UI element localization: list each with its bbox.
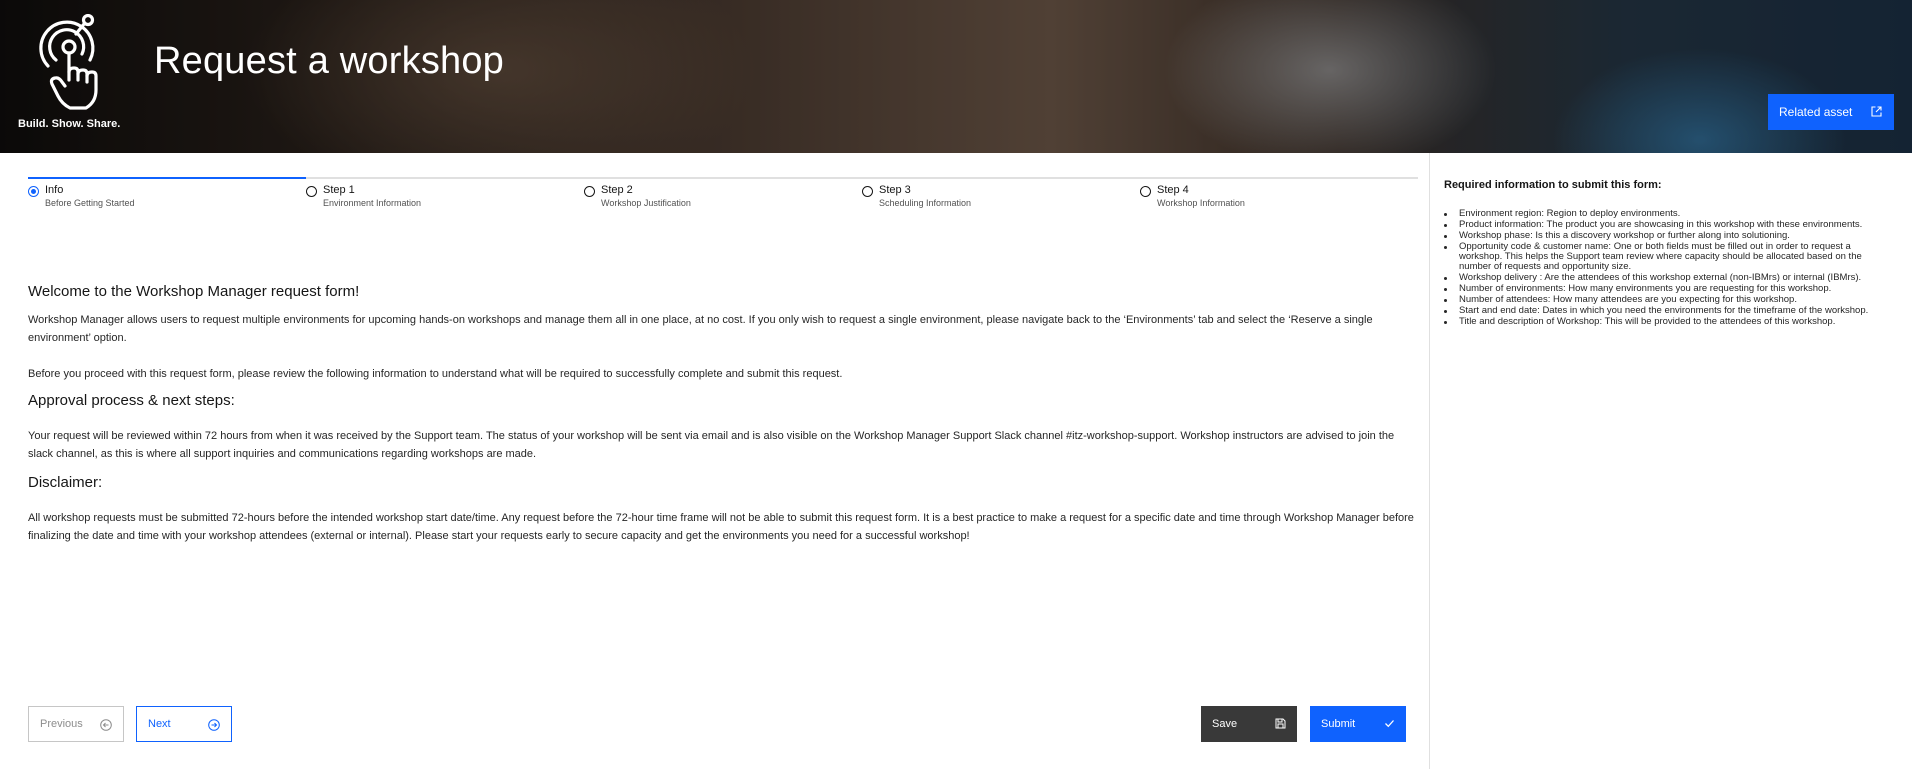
step-label: Step 2 — [601, 184, 633, 196]
list-item: Title and description of Workshop: This … — [1444, 317, 1892, 327]
approval-paragraph: Your request will be reviewed within 72 … — [28, 430, 1395, 460]
save-label: Save — [1212, 718, 1238, 730]
list-item: Opportunity code & customer name: One or… — [1444, 242, 1892, 272]
step-incomplete-icon — [306, 186, 317, 197]
step-2[interactable]: Step 2 Workshop Justification — [584, 177, 862, 217]
related-asset-label: Related asset — [1779, 105, 1853, 119]
step-sublabel: Workshop Information — [1157, 198, 1245, 208]
list-item: Number of environments: How many environ… — [1444, 284, 1892, 294]
list-item: Product information: The product you are… — [1444, 220, 1892, 230]
submit-label: Submit — [1321, 718, 1356, 730]
disclaimer-paragraph: All workshop requests must be submitted … — [28, 512, 1414, 542]
step-4[interactable]: Step 4 Workshop Information — [1140, 177, 1418, 217]
step-info[interactable]: Info Before Getting Started — [28, 177, 306, 217]
step-label: Step 3 — [879, 184, 911, 196]
review-paragraph: Before you proceed with this request for… — [28, 368, 843, 380]
step-incomplete-icon — [584, 186, 595, 197]
step-sublabel: Environment Information — [323, 198, 422, 208]
step-sublabel: Workshop Justification — [601, 198, 691, 208]
previous-label: Previous — [40, 718, 83, 730]
save-button[interactable]: Save — [1201, 706, 1297, 742]
previous-button[interactable]: Previous — [28, 706, 124, 742]
list-item: Environment region: Region to deploy env… — [1444, 209, 1892, 219]
step-label: Info — [45, 184, 64, 196]
launch-icon — [1871, 106, 1882, 120]
next-label: Next — [148, 718, 171, 730]
related-asset-button[interactable]: Related asset — [1768, 94, 1894, 130]
save-icon — [1275, 718, 1286, 732]
list-item: Number of attendees: How many attendees … — [1444, 295, 1892, 305]
step-incomplete-icon — [862, 186, 873, 197]
step-label: Step 1 — [323, 184, 355, 196]
requirements-list: Environment region: Region to deploy env… — [1444, 209, 1892, 328]
welcome-heading: Welcome to the Workshop Manager request … — [28, 283, 360, 300]
disclaimer-heading: Disclaimer: — [28, 474, 103, 491]
site-logo[interactable]: Build. Show. Share. — [18, 12, 123, 134]
list-item: Workshop delivery : Are the attendees of… — [1444, 273, 1892, 283]
page-title: Request a workshop — [154, 40, 505, 82]
panel-divider — [1429, 153, 1430, 769]
request-form-main: Info Before Getting Started Step 1 Envir… — [0, 153, 1430, 769]
logo-tagline: Build. Show. Share. — [18, 118, 121, 130]
requirements-panel: Required information to submit this form… — [1444, 153, 1904, 769]
intro-paragraph: Workshop Manager allows users to request… — [28, 314, 1373, 344]
progress-indicator: Info Before Getting Started Step 1 Envir… — [28, 177, 1418, 217]
step-sublabel: Before Getting Started — [45, 198, 135, 208]
step-1[interactable]: Step 1 Environment Information — [306, 177, 584, 217]
step-3[interactable]: Step 3 Scheduling Information — [862, 177, 1140, 217]
requirements-title: Required information to submit this form… — [1444, 179, 1662, 191]
approval-heading: Approval process & next steps: — [28, 392, 235, 409]
next-button[interactable]: Next — [136, 706, 232, 742]
step-current-icon — [28, 186, 39, 197]
header-banner: Build. Show. Share. Request a workshop R… — [0, 0, 1912, 153]
checkmark-icon — [1384, 718, 1395, 732]
submit-button[interactable]: Submit — [1310, 706, 1406, 742]
step-incomplete-icon — [1140, 186, 1151, 197]
step-label: Step 4 — [1157, 184, 1189, 196]
step-sublabel: Scheduling Information — [879, 198, 972, 208]
list-item: Workshop phase: Is this a discovery work… — [1444, 231, 1892, 241]
list-item: Start and end date: Dates in which you n… — [1444, 306, 1892, 316]
arrow-right-circle-icon — [208, 719, 220, 734]
arrow-left-circle-icon — [100, 719, 112, 734]
